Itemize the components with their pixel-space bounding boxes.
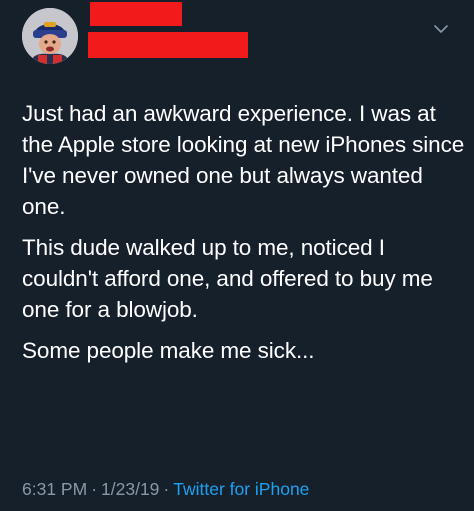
tweet-paragraph: This dude walked up to me, noticed I cou… [22, 235, 433, 322]
redacted-username [88, 32, 248, 58]
tweet-text: Just had an awkward experience. I was at… [22, 98, 466, 376]
avatar[interactable] [22, 8, 78, 64]
tweet-date[interactable]: 1/23/19 [101, 479, 159, 499]
tweet-metadata: 6:31 PM · 1/23/19 · Twitter for iPhone [22, 478, 309, 500]
chevron-down-icon[interactable] [433, 22, 449, 34]
avatar-image [22, 8, 78, 64]
separator: · [163, 479, 170, 499]
tweet-time[interactable]: 6:31 PM [22, 479, 87, 499]
redacted-display-name [90, 2, 182, 26]
tweet-paragraph: Just had an awkward experience. I was at… [22, 101, 465, 219]
tweet-source-link[interactable]: Twitter for iPhone [173, 479, 309, 499]
separator: · [91, 479, 98, 499]
tweet-paragraph: Some people make me sick... [22, 338, 315, 363]
tweet: Just had an awkward experience. I was at… [0, 0, 474, 511]
